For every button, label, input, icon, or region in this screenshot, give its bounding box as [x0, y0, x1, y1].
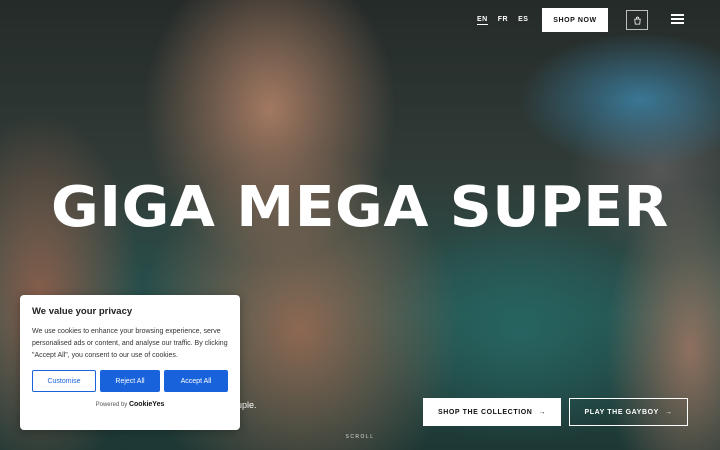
accept-all-button[interactable]: Accept All	[164, 370, 228, 392]
shop-collection-label: SHOP THE COLLECTION	[437, 408, 533, 416]
cookieyes-logo[interactable]: CookieYes	[129, 401, 164, 408]
arrow-right-icon: →	[664, 408, 673, 416]
language-switcher: EN FR ES	[477, 16, 528, 25]
customise-button[interactable]: Customise	[32, 370, 96, 392]
cookie-actions: Customise Reject All Accept All	[32, 370, 228, 392]
hamburger-menu-icon[interactable]	[671, 14, 684, 24]
play-gayboy-label: PLAY THE GAYBOY	[584, 408, 659, 416]
play-gayboy-button[interactable]: PLAY THE GAYBOY →	[569, 398, 688, 426]
cart-button[interactable]	[626, 10, 648, 30]
cookie-title: We value your privacy	[32, 306, 133, 317]
powered-by-label: Powered by	[95, 402, 128, 408]
shop-collection-button[interactable]: SHOP THE COLLECTION →	[423, 398, 561, 426]
language-fr[interactable]: FR	[498, 16, 508, 25]
scroll-indicator[interactable]: SCROLL	[0, 434, 720, 440]
arrow-right-icon: →	[538, 408, 547, 416]
powered-by: Powered by CookieYes	[32, 401, 228, 408]
shop-now-button[interactable]: SHOP NOW	[542, 8, 608, 32]
language-en[interactable]: EN	[477, 16, 488, 25]
reject-all-button[interactable]: Reject All	[100, 370, 160, 392]
cookie-consent-banner: We value your privacy We use cookies to …	[20, 295, 240, 430]
hero-title: GIGA MEGA SUPER	[51, 175, 669, 240]
language-es[interactable]: ES	[518, 16, 528, 25]
shopping-bag-icon	[633, 16, 641, 25]
cookie-body: We use cookies to enhance your browsing …	[32, 328, 228, 359]
